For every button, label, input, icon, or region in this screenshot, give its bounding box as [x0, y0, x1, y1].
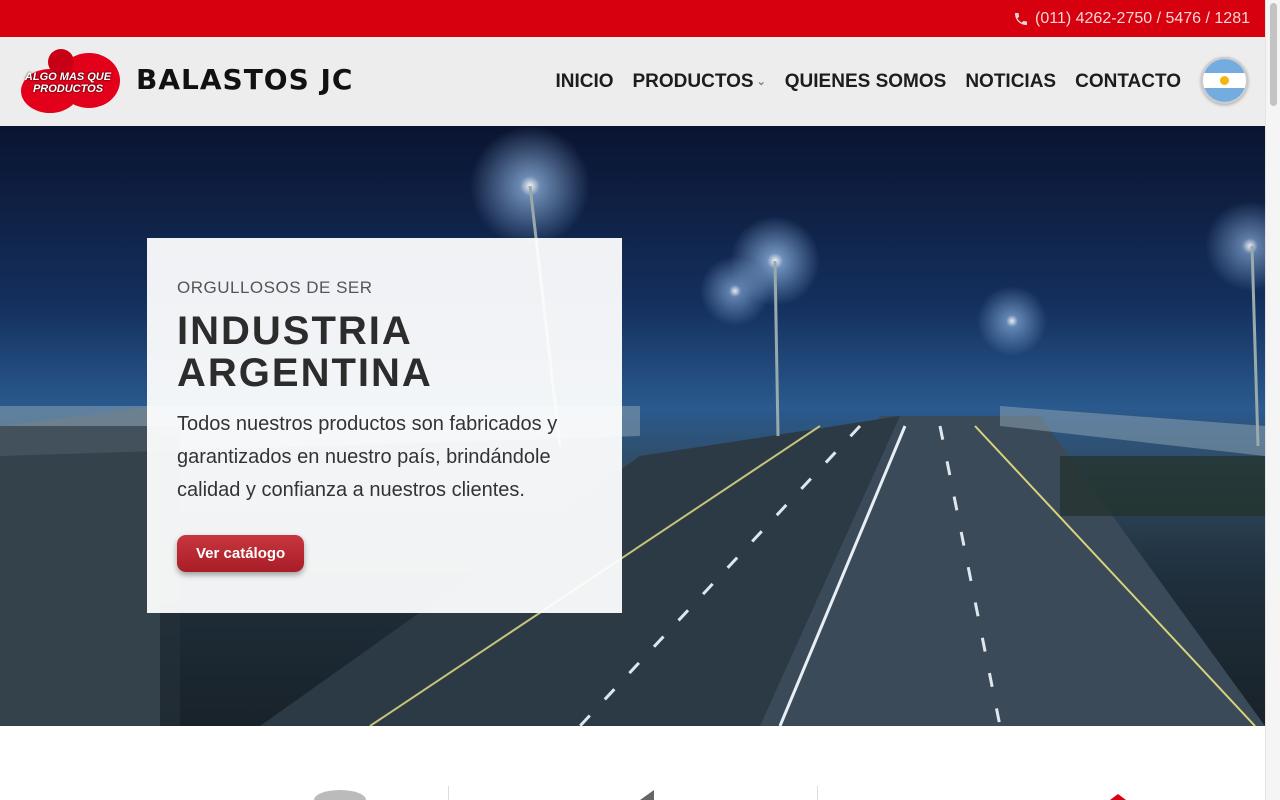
hero-title: INDUSTRIA ARGENTINA	[177, 310, 592, 394]
logo-tagline: ALGO MAS QUE PRODUCTOS	[24, 71, 112, 95]
products-strip	[0, 726, 1265, 800]
product-image-partial	[1110, 794, 1126, 800]
hero-card: ORGULLOSOS DE SER INDUSTRIA ARGENTINA To…	[147, 238, 622, 613]
product-image-partial	[640, 790, 654, 800]
nav-item-quienes-somos[interactable]: QUIENES SOMOS	[785, 71, 947, 93]
site-logo[interactable]: ALGO MAS QUE PRODUCTOS BALASTOS JC	[18, 49, 378, 115]
hero-eyebrow: ORGULLOSOS DE SER	[177, 278, 373, 297]
logo-mark: ALGO MAS QUE PRODUCTOS	[18, 49, 128, 113]
section-divider	[448, 786, 449, 800]
phone-number[interactable]: (011) 4262-2750 / 5476 / 1281	[1035, 10, 1250, 28]
hero-title-line2: ARGENTINA	[177, 351, 433, 395]
phone-icon	[1015, 12, 1028, 25]
hero-description: Todos nuestros productos son fabricados …	[177, 413, 558, 501]
argentina-flag-icon[interactable]	[1201, 57, 1248, 104]
chevron-down-icon: ⌄	[756, 76, 766, 88]
logo-wordmark: BALASTOS JC	[136, 63, 354, 96]
hero-title-line1: INDUSTRIA	[177, 309, 413, 353]
top-contact-bar: (011) 4262-2750 / 5476 / 1281	[0, 0, 1265, 37]
site-header: ALGO MAS QUE PRODUCTOS BALASTOS JC INICI…	[0, 37, 1265, 126]
scrollbar-thumb[interactable]	[1270, 3, 1277, 106]
hero-banner: ORGULLOSOS DE SER INDUSTRIA ARGENTINA To…	[0, 126, 1265, 726]
scrollbar[interactable]	[1265, 0, 1280, 800]
nav-item-productos[interactable]: PRODUCTOS ⌄	[633, 71, 766, 93]
main-navigation: INICIO PRODUCTOS ⌄ QUIENES SOMOS NOTICIAS…	[536, 37, 1181, 126]
section-divider	[817, 786, 818, 800]
product-image-partial	[314, 790, 366, 800]
nav-item-noticias[interactable]: NOTICIAS	[965, 71, 1056, 93]
nav-item-inicio[interactable]: INICIO	[555, 71, 613, 93]
nav-item-contacto[interactable]: CONTACTO	[1075, 71, 1181, 93]
ver-catalogo-button[interactable]: Ver catálogo	[177, 535, 305, 572]
